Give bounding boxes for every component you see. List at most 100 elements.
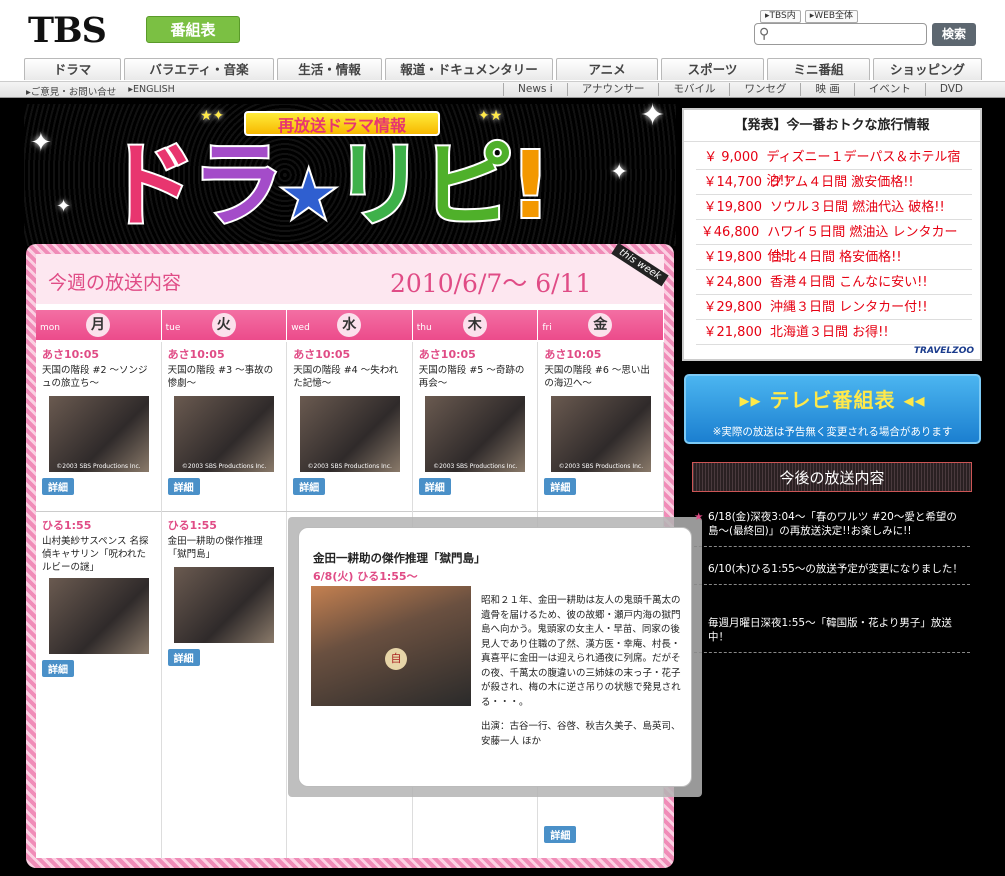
popup-image: 自 bbox=[311, 586, 471, 706]
nav-life[interactable]: 生活・情報 bbox=[277, 58, 382, 80]
future-item[interactable]: 毎週月曜日深夜1:55〜「韓国版・花より男子」放送中！ bbox=[694, 616, 970, 653]
title-char: ラ bbox=[190, 132, 286, 240]
bangumi-button[interactable]: 番組表 bbox=[146, 16, 240, 43]
subnav-newsi[interactable]: News i bbox=[503, 83, 567, 96]
travel-price: ￥24,800 bbox=[703, 275, 763, 290]
subnav-event[interactable]: イベント bbox=[853, 83, 925, 96]
slot-time: ひる1:55 bbox=[167, 519, 217, 532]
subnav-mobile[interactable]: モバイル bbox=[658, 83, 729, 96]
travel-text: 香港４日間 こんなに安い!! bbox=[770, 275, 928, 290]
sparkle-icon: ✦★ bbox=[478, 108, 503, 124]
future-heading: 今後の放送内容 bbox=[692, 462, 972, 492]
travel-text: グアム４日間 激安価格!! bbox=[770, 175, 914, 190]
travel-item[interactable]: ￥24,800 香港４日間 こんなに安い!! bbox=[696, 271, 972, 295]
detail-button[interactable]: 詳細 bbox=[167, 478, 200, 495]
morning-slot: あさ10:05 天国の階段 #4 〜失われた記憶〜 ©2003 SBS Produc… bbox=[287, 342, 413, 512]
global-nav: ドラマ バラエティ・音楽 生活・情報 報道・ドキュメンタリー アニメ スポーツ … bbox=[24, 58, 982, 80]
episode-thumbnail[interactable]: ©2003 SBS Productions Inc. bbox=[299, 396, 400, 472]
episode-thumbnail[interactable]: ©2003 SBS Productions Inc. bbox=[174, 396, 275, 472]
contact-link[interactable]: ▸ご意見・お問い合せ bbox=[26, 84, 116, 98]
episode-thumbnail[interactable]: ©2003 SBS Productions Inc. bbox=[425, 396, 526, 472]
episode-thumbnail[interactable]: ©2003 SBS Productions Inc. bbox=[550, 396, 651, 472]
future-item[interactable]: ★ 6/18(金)深夜3:04〜「春のワルツ #20〜愛と希望の島〜(最終回)」の… bbox=[694, 510, 970, 547]
future-text: 6/10(木)ひる1:55〜の放送予定が変更になりました！ bbox=[708, 563, 963, 575]
travel-price: ￥21,800 bbox=[703, 325, 763, 340]
search-input[interactable]: ⚲ bbox=[754, 23, 927, 45]
episode-thumbnail[interactable] bbox=[174, 567, 275, 643]
slot-desc: 天国の階段 #6 〜思い出の海辺へ〜 bbox=[544, 365, 650, 389]
episode-thumbnail[interactable] bbox=[48, 578, 149, 654]
detail-button[interactable]: 詳細 bbox=[418, 478, 451, 495]
future-item[interactable]: 6/10(木)ひる1:55〜の放送予定が変更になりました！ bbox=[694, 562, 970, 585]
title-char: ド bbox=[102, 132, 198, 240]
week-header: 今週の放送内容 2010/6/7〜 6/11 this week bbox=[36, 242, 669, 306]
subnav-announcer[interactable]: アナウンサー bbox=[566, 83, 659, 96]
title-char: ! bbox=[507, 132, 553, 240]
subnav-movie[interactable]: 映 画 bbox=[800, 83, 853, 96]
travel-item[interactable]: ￥19,800 台北４日間 格安価格!! bbox=[696, 246, 972, 270]
travel-text: ハワイ５日間 燃油込 レンタカー付!! bbox=[767, 225, 958, 264]
travel-price: ￥ 9,000 bbox=[704, 150, 759, 165]
nav-mini[interactable]: ミニ番組 bbox=[767, 58, 870, 80]
sparkle-icon: ✦ bbox=[610, 160, 629, 185]
popup-cast: 出演：古谷一行、谷啓、秋吉久美子、島英司、安藤一人 ほか bbox=[481, 721, 681, 747]
subnav-oneseg[interactable]: ワンセグ bbox=[729, 83, 800, 96]
travel-text: 北海道３日間 お得!! bbox=[770, 325, 889, 340]
travel-text: 沖縄３日間 レンタカー付!! bbox=[770, 300, 928, 315]
travel-item[interactable]: ￥46,800 ハワイ５日間 燃油込 レンタカー付!! bbox=[696, 221, 972, 264]
detail-button[interactable]: 詳細 bbox=[293, 478, 326, 495]
detail-button[interactable]: 詳細 bbox=[544, 478, 577, 495]
scope-web-option[interactable]: ▸WEB全体 bbox=[804, 10, 859, 23]
nav-anime[interactable]: アニメ bbox=[556, 58, 658, 80]
tbs-logo[interactable]: TBS bbox=[28, 10, 107, 51]
travel-item[interactable]: ￥21,800 北海道３日間 お得!! bbox=[696, 321, 972, 345]
slot-desc: 山村美紗サスペンス 名探偵キャサリン「呪われたルビーの謎」 bbox=[42, 536, 149, 573]
day-jp: 月 bbox=[86, 313, 110, 337]
subnav-dvd[interactable]: DVD bbox=[924, 83, 977, 96]
day-en: mon bbox=[40, 323, 60, 333]
slot-desc: 天国の階段 #2 〜ソンジュの旅立ち〜 bbox=[42, 365, 148, 389]
thumbnail-copyright: ©2003 SBS Productions Inc. bbox=[181, 463, 267, 470]
travel-item[interactable]: ￥ 9,000 ディズニー１デーパス＆ホテル宿泊!! bbox=[696, 146, 972, 189]
travel-ad[interactable]: 【発表】今一番おトクな旅行情報 ￥ 9,000 ディズニー１デーパス＆ホテル宿泊!… bbox=[682, 108, 982, 361]
search-button[interactable]: 検索 bbox=[932, 23, 976, 46]
day-en: wed bbox=[291, 323, 310, 333]
scope-tbs-option[interactable]: ▸TBS内 bbox=[760, 10, 801, 23]
tv-guide-button[interactable]: ▸▸ テレビ番組表 ◂◂ ※実際の放送は予告無く変更される場合があります bbox=[684, 374, 981, 444]
slot-time: あさ10:05 bbox=[42, 348, 100, 361]
nav-variety[interactable]: バラエティ・音楽 bbox=[124, 58, 274, 80]
nav-news[interactable]: 報道・ドキュメンタリー bbox=[385, 58, 553, 80]
episode-thumbnail[interactable]: ©2003 SBS Productions Inc. bbox=[48, 396, 149, 472]
nav-sports[interactable]: スポーツ bbox=[661, 58, 764, 80]
sparkle-icon: ✦ bbox=[30, 128, 52, 158]
travel-item[interactable]: ￥29,800 沖縄３日間 レンタカー付!! bbox=[696, 296, 972, 320]
future-text: 6/18(金)深夜3:04〜「春のワルツ #20〜愛と希望の島〜(最終回)」の再… bbox=[708, 511, 957, 537]
sparkle-icon: ✦ bbox=[56, 196, 72, 217]
slot-desc: 天国の階段 #3 〜事故の惨劇〜 bbox=[167, 365, 274, 389]
nav-drama[interactable]: ドラマ bbox=[24, 58, 121, 80]
slot-time: あさ10:05 bbox=[418, 348, 476, 361]
nav-shopping[interactable]: ショッピング bbox=[873, 58, 982, 80]
day-jp: 金 bbox=[588, 313, 613, 337]
slot-time: あさ10:05 bbox=[544, 348, 602, 361]
week-range: 2010/6/7〜 6/11 bbox=[390, 269, 592, 298]
detail-button[interactable]: 詳細 bbox=[42, 660, 74, 677]
day-header: wed 水 bbox=[287, 310, 413, 340]
detail-button[interactable]: 詳細 bbox=[167, 649, 200, 666]
travel-heading: 【発表】今一番おトクな旅行情報 bbox=[684, 110, 980, 142]
day-jp: 水 bbox=[337, 313, 362, 337]
travel-item[interactable]: ￥19,800 ソウル３日間 燃油代込 破格!! bbox=[696, 196, 972, 220]
english-link[interactable]: ▸ENGLISH bbox=[128, 84, 175, 98]
day-column: あさ10:05 天国の階段 #2 〜ソンジュの旅立ち〜 ©2003 SBS Prod… bbox=[36, 342, 162, 858]
day-header: thu 木 bbox=[412, 310, 539, 340]
day-column: あさ10:05 天国の階段 #3 〜事故の惨劇〜 ©2003 SBS Product… bbox=[161, 342, 288, 858]
detail-button[interactable]: 詳細 bbox=[544, 826, 577, 843]
morning-slot: あさ10:05 天国の階段 #3 〜事故の惨劇〜 ©2003 SBS Product… bbox=[161, 342, 287, 512]
detail-button[interactable]: 詳細 bbox=[42, 478, 74, 495]
travel-item[interactable]: ￥14,700 グアム４日間 激安価格!! bbox=[696, 171, 972, 195]
day-header: mon 月 bbox=[36, 310, 162, 340]
day-en: tue bbox=[165, 323, 181, 333]
morning-slot: あさ10:05 天国の階段 #5 〜奇跡の再会〜 ©2003 SBS Product… bbox=[412, 342, 538, 512]
slot-desc: 天国の階段 #5 〜奇跡の再会〜 bbox=[418, 365, 525, 389]
travel-price: ￥19,800 bbox=[703, 200, 763, 215]
